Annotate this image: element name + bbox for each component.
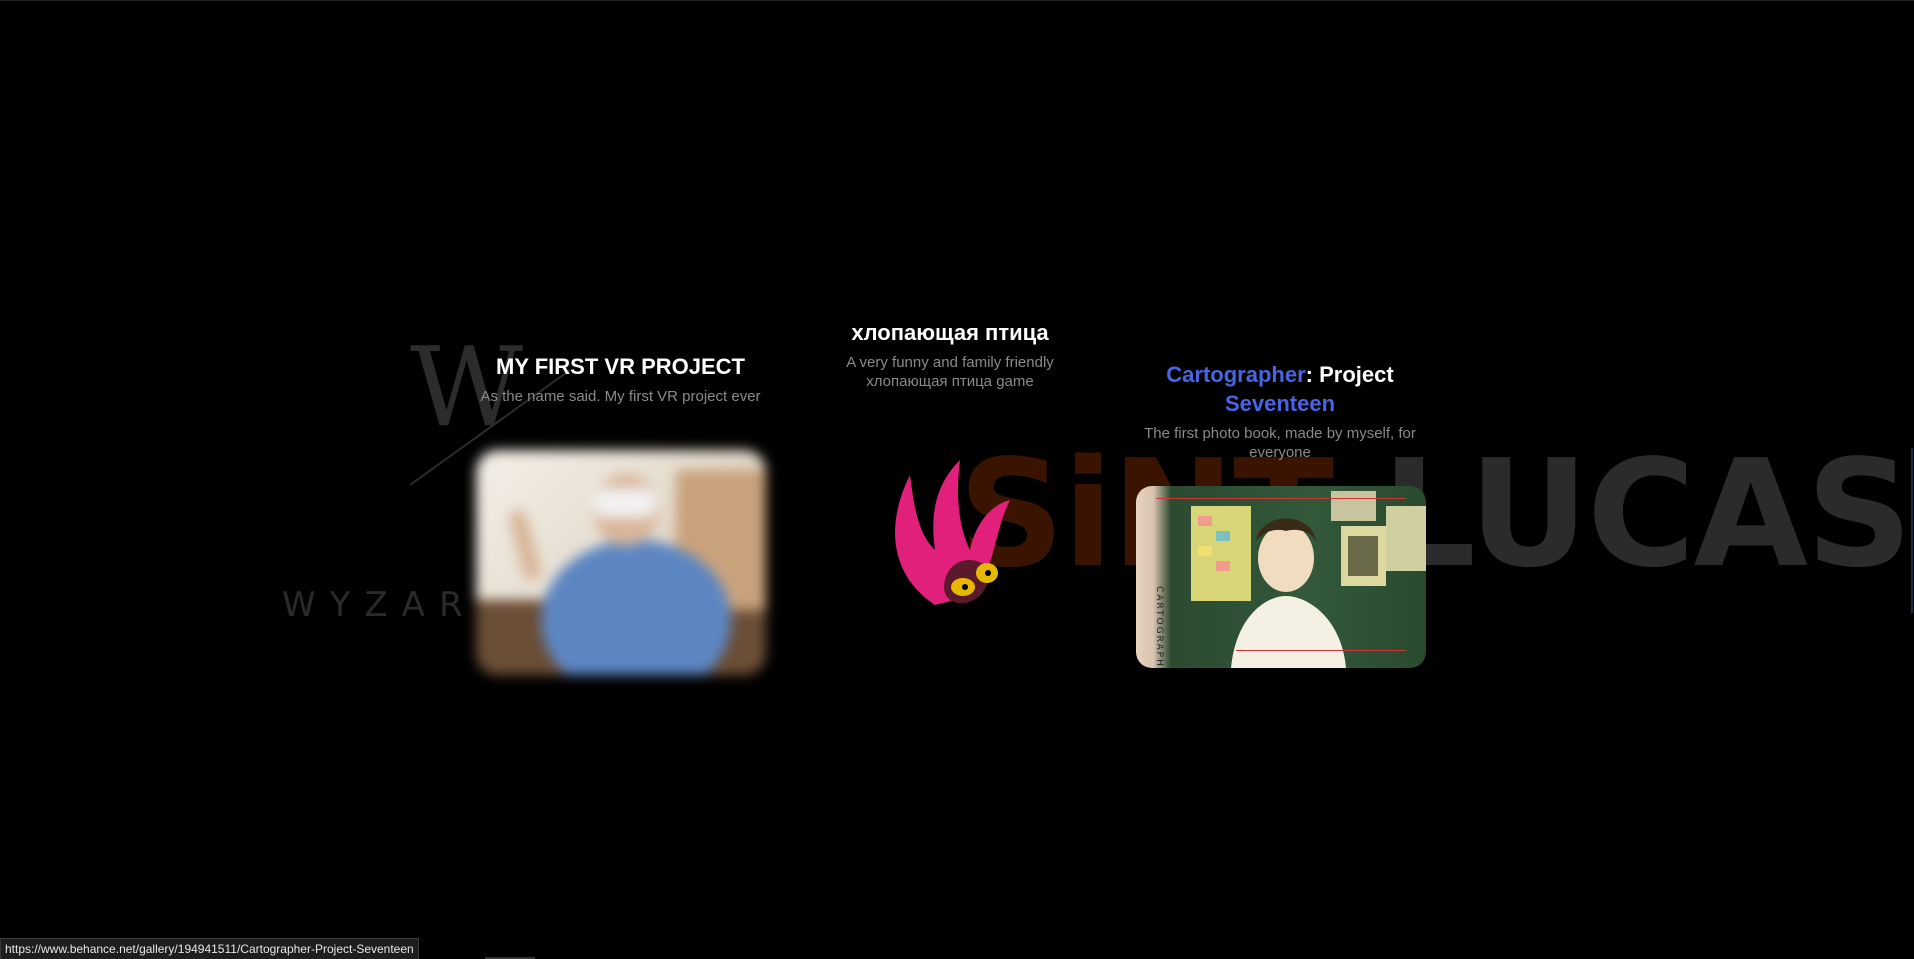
portfolio-page: W WYZAR SiNT LUCAS MY FIRST VR PROJECT A… [0,0,1914,959]
top-border [0,0,1914,1]
project-card-bird[interactable]: хлопающая птица A very funny and family … [820,318,1080,391]
sintlucas-wordmark: SiNT LUCAS [958,440,1913,588]
vr-photo-illustration [476,470,766,675]
project-title[interactable]: Cartographer: Project Seventeen [1130,360,1430,418]
scroll-indicator [1911,448,1913,613]
project-title[interactable]: MY FIRST VR PROJECT [478,352,763,381]
project-title-rest[interactable]: : Project [1306,362,1394,387]
project-title[interactable]: хлопающая птица [820,318,1080,347]
project-thumbnail-vr[interactable] [476,450,766,675]
cover-vertical-text: CARTOGRAPHER [1154,586,1164,668]
project-subtitle: The first photo book, made by myself, fo… [1144,425,1416,461]
project-subtitle: A very funny and family friendly хлопающ… [846,354,1054,390]
project-title-accent-2[interactable]: Seventeen [1225,391,1335,416]
project-card-vr[interactable]: MY FIRST VR PROJECT As the name said. My… [478,352,763,406]
link-status-bar: https://www.behance.net/gallery/19494151… [0,938,419,959]
flapping-bird-icon[interactable] [875,455,1020,620]
project-title-accent[interactable]: Cartographer [1166,362,1305,387]
sintlucas-lucas: LUCAS [1381,428,1913,600]
cartographer-photo-illustration: CARTOGRAPHER [1154,491,1426,668]
project-thumbnail-cartographer[interactable]: CARTOGRAPHER [1136,486,1426,668]
wyzar-wordmark: WYZAR [282,585,477,625]
project-subtitle: As the name said. My first VR project ev… [480,388,761,405]
project-card-cartographer[interactable]: Cartographer: Project Seventeen The first… [1130,360,1430,462]
